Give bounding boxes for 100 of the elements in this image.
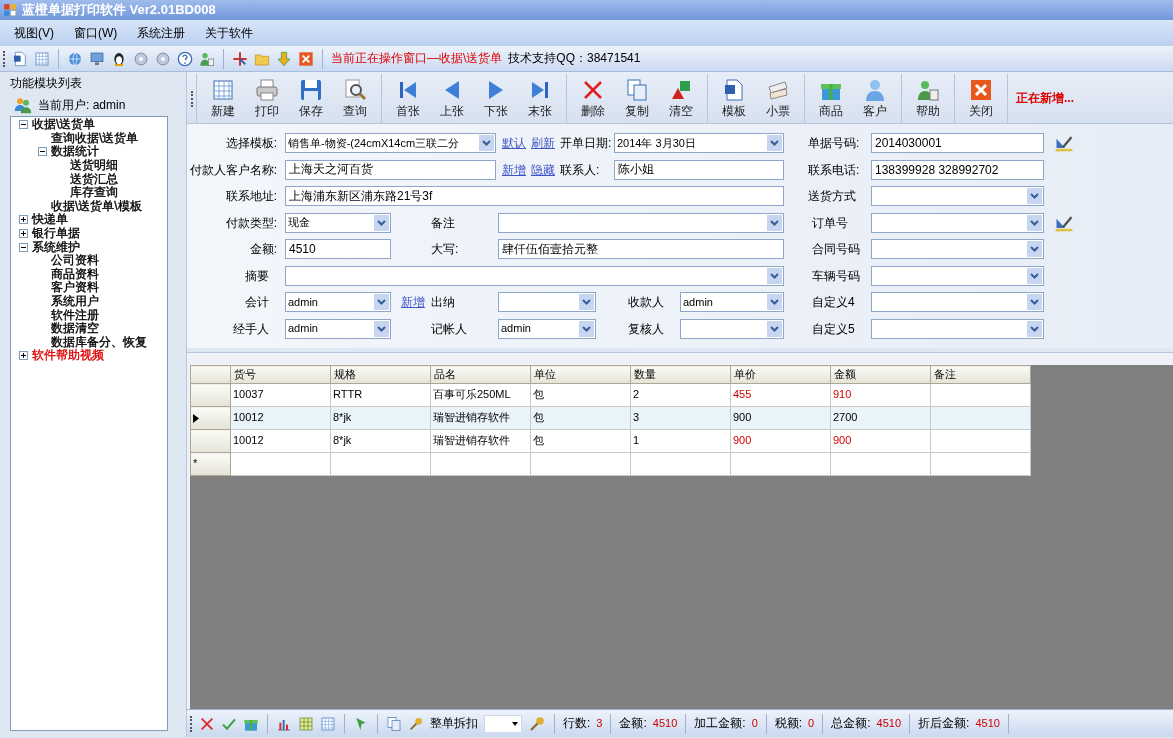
- menu-item[interactable]: 窗口(W): [64, 25, 128, 41]
- tree-item[interactable]: 数据统计: [50, 145, 100, 159]
- tree-item[interactable]: 送货汇总: [69, 172, 119, 186]
- dropdown-field[interactable]: [498, 292, 596, 313]
- person-book-icon[interactable]: [199, 50, 215, 67]
- dropdown-field[interactable]: [680, 318, 784, 339]
- link[interactable]: 隐藏: [531, 162, 555, 177]
- text-field[interactable]: 138399928 328992702: [871, 159, 1044, 180]
- toolbar-button[interactable]: 查询: [333, 74, 377, 123]
- expand-icon[interactable]: [18, 215, 28, 225]
- disc-icon[interactable]: [133, 50, 149, 67]
- tree-item[interactable]: 银行单据: [31, 227, 81, 241]
- text-field[interactable]: 上海浦东新区浦东路21号3f: [285, 186, 784, 207]
- toolbar-button[interactable]: 新建: [201, 74, 245, 123]
- dropdown-field[interactable]: [871, 265, 1044, 286]
- dropdown-field[interactable]: [871, 186, 1044, 207]
- tree-item[interactable]: 客户资料: [50, 281, 100, 295]
- tools-icon[interactable]: [408, 715, 424, 732]
- column-header[interactable]: 金额: [830, 365, 931, 384]
- arrow-down-icon[interactable]: [276, 50, 292, 67]
- tree-item[interactable]: 软件注册: [50, 308, 100, 322]
- tree-item[interactable]: 系统用户: [50, 295, 100, 308]
- toolbar-button[interactable]: 删除: [571, 74, 615, 123]
- text-field[interactable]: 陈小姐: [614, 159, 784, 180]
- calendar-icon[interactable]: [34, 50, 50, 67]
- toolbar-button[interactable]: 末张: [518, 74, 562, 123]
- expand-icon[interactable]: [18, 229, 28, 239]
- text-field[interactable]: 4510: [285, 239, 391, 260]
- toolbar-button[interactable]: 保存: [289, 74, 333, 123]
- dropdown-field[interactable]: [498, 212, 784, 233]
- calendar-icon[interactable]: [320, 715, 336, 732]
- tree-item[interactable]: 数据库备分、恢复: [50, 335, 148, 349]
- link[interactable]: 新增: [502, 162, 526, 177]
- link[interactable]: 默认: [502, 136, 526, 151]
- toolbar-button[interactable]: 商品: [809, 74, 853, 123]
- menu-item[interactable]: 关于软件: [195, 25, 264, 41]
- document-icon[interactable]: [12, 50, 28, 67]
- tree-item[interactable]: 数据清空: [50, 322, 100, 336]
- tree-item[interactable]: 公司资料: [50, 254, 100, 268]
- globe-icon[interactable]: [67, 50, 83, 67]
- toolbar-button[interactable]: 小票: [756, 74, 800, 123]
- menu-item[interactable]: 系统注册: [127, 25, 196, 41]
- tree-item[interactable]: 商品资料: [50, 267, 100, 281]
- text-field[interactable]: 上海天之河百货: [285, 159, 496, 180]
- link[interactable]: 刷新: [531, 136, 555, 151]
- close-icon[interactable]: [298, 50, 314, 67]
- dropdown-field[interactable]: admin: [680, 292, 784, 313]
- menu-item[interactable]: 视图(V): [4, 25, 64, 41]
- monitor-icon[interactable]: [89, 50, 105, 67]
- tree-item[interactable]: 库存查询: [69, 186, 119, 200]
- tree-item[interactable]: 软件帮助视频: [31, 349, 105, 363]
- column-header[interactable]: 单位: [530, 365, 631, 384]
- collapse-icon[interactable]: [37, 147, 47, 157]
- row-header[interactable]: [190, 406, 231, 430]
- toolbar-button[interactable]: 清空: [659, 74, 703, 123]
- disc-icon[interactable]: [155, 50, 171, 67]
- collapse-icon[interactable]: [18, 120, 28, 130]
- tree-item[interactable]: 系统维护: [31, 240, 81, 254]
- delete-icon[interactable]: [199, 715, 215, 732]
- text-field[interactable]: 2014030001: [871, 133, 1044, 154]
- toolbar-button[interactable]: 客户: [853, 74, 897, 123]
- penguin-icon[interactable]: [111, 50, 127, 67]
- column-header[interactable]: 货号: [230, 365, 331, 384]
- column-header[interactable]: 单价: [730, 365, 831, 384]
- toolbar-button[interactable]: 关闭: [959, 74, 1003, 123]
- dropdown-field[interactable]: admin: [285, 318, 391, 339]
- tools-icon[interactable]: [528, 714, 546, 733]
- link[interactable]: 新增: [401, 295, 425, 310]
- dropdown-field[interactable]: [285, 265, 784, 286]
- column-header[interactable]: 品名: [430, 365, 531, 384]
- toolbar-button[interactable]: 首张: [386, 74, 430, 123]
- crosshair-icon[interactable]: [232, 50, 248, 67]
- dropdown-field[interactable]: admin: [285, 292, 391, 313]
- table-icon[interactable]: [298, 715, 314, 732]
- toolbar-button[interactable]: 打印: [245, 74, 289, 123]
- dropdown-field[interactable]: [871, 318, 1044, 339]
- tree-item[interactable]: 收据\送货单: [31, 118, 97, 132]
- tree-item[interactable]: 收据\送货单\模板: [50, 199, 143, 213]
- toolbar-button[interactable]: 下张: [474, 74, 518, 123]
- column-header[interactable]: 规格: [330, 365, 431, 384]
- text-field[interactable]: 肆仟伍佰壹拾元整: [498, 239, 784, 260]
- dropdown-field[interactable]: 销售单-物资-(24cmX14cm三联二分: [285, 133, 496, 154]
- copy-icon[interactable]: [386, 715, 402, 732]
- dropdown-field[interactable]: [871, 292, 1044, 313]
- collapse-icon[interactable]: [18, 242, 28, 252]
- expand-icon[interactable]: [18, 351, 28, 361]
- toolbar-button[interactable]: 上张: [430, 74, 474, 123]
- dropdown-field[interactable]: [871, 239, 1044, 260]
- toolbar-button[interactable]: 帮助: [906, 74, 950, 123]
- column-header[interactable]: 备注: [930, 365, 1031, 384]
- dropdown-field[interactable]: admin: [498, 318, 596, 339]
- tree-item[interactable]: 快递单: [31, 213, 69, 227]
- column-header[interactable]: 数量: [630, 365, 731, 384]
- dropdown-field[interactable]: [871, 212, 1044, 233]
- help-icon[interactable]: [177, 50, 193, 67]
- toolbar-button[interactable]: 复制: [615, 74, 659, 123]
- tree-item[interactable]: 送货明细: [69, 159, 119, 173]
- dropdown-field[interactable]: 现金: [285, 212, 391, 233]
- toolbar-button[interactable]: 模板: [712, 74, 756, 123]
- tree-item[interactable]: 查询收据\送货单: [50, 131, 140, 145]
